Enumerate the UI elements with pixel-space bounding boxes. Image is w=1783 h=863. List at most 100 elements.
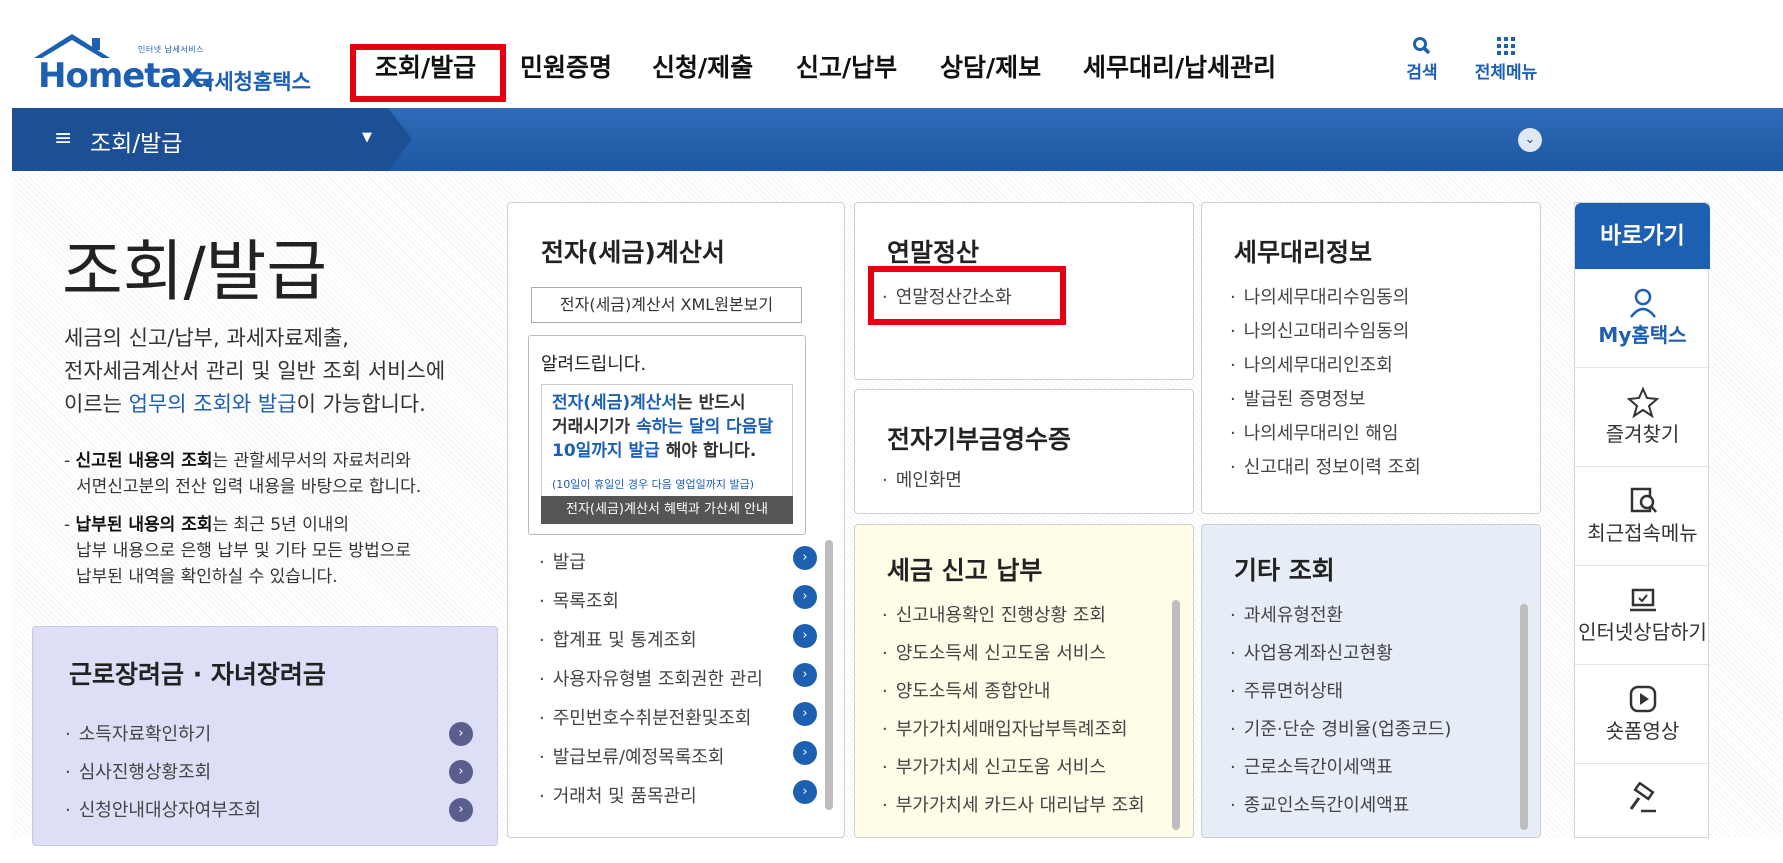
- incentive-item[interactable]: 소득자료확인하기: [65, 720, 211, 746]
- tax-report-item[interactable]: 부가가치세 카드사 대리납부 조회: [882, 791, 1145, 817]
- tax-agent-item[interactable]: 나의세무대리수임동의: [1230, 283, 1410, 309]
- arrow-right-icon[interactable]: ›: [793, 741, 817, 765]
- quick-recent-menu[interactable]: 최근접속메뉴: [1575, 467, 1710, 566]
- note-text: 는 최근 5년 이내의: [212, 515, 350, 535]
- logo-text-en: Hometax.: [38, 56, 215, 96]
- arrow-right-icon[interactable]: ›: [793, 663, 817, 687]
- breadcrumb[interactable]: ≡ 조회/발급 ▼: [12, 108, 412, 171]
- scrollbar[interactable]: [825, 540, 833, 810]
- notice-small: (10일이 휴일인 경우 다음 영업일까지 발급): [552, 478, 754, 491]
- etc-item[interactable]: 근로소득간이세액표: [1230, 753, 1393, 779]
- arrow-right-icon[interactable]: ›: [793, 780, 817, 804]
- xml-view-button[interactable]: 전자(세금)계산서 XML원본보기: [531, 287, 802, 323]
- hometax-logo[interactable]: 인터넷 납세서비스 Hometax. 국세청홈택스: [32, 32, 322, 96]
- location-bar: ≡ 조회/발급 ▼ ⌄: [12, 108, 1783, 171]
- einvoice-item[interactable]: 목록조회: [539, 587, 619, 613]
- nav-report-pay[interactable]: 신고/납부: [796, 48, 897, 84]
- einvoice-item[interactable]: 사용자유형별 조회권한 관리: [539, 665, 763, 691]
- notice-text: 전자(세금)계산서는 반드시 거래시기가 속하는 달의 다음달 10일까지 발급…: [552, 391, 792, 463]
- desc-line: 전자세금계산서 관리 및 일반 조회 서비스에: [64, 359, 446, 383]
- tax-agent-item[interactable]: 나의세무대리인조회: [1230, 351, 1393, 377]
- nav-tax-agent[interactable]: 세무대리/납세관리: [1083, 48, 1276, 84]
- note-bold: 납부된 내용의 조회: [75, 515, 213, 535]
- tax-report-item[interactable]: 부가가치세 신고도움 서비스: [882, 753, 1106, 779]
- einvoice-item[interactable]: 주민번호수취분전환및조회: [539, 704, 752, 730]
- all-menu-label: 전체메뉴: [1474, 63, 1538, 83]
- donation-card: 전자기부금영수증: [854, 389, 1194, 514]
- nav-apply-submit[interactable]: 신청/제출: [652, 48, 753, 84]
- recent-menu-icon: [1575, 485, 1710, 517]
- star-icon: [1575, 386, 1710, 419]
- highlight-box-yearend: [868, 266, 1066, 325]
- scrollbar[interactable]: [1172, 600, 1180, 830]
- notice-emph: 10일까지 발급: [552, 441, 660, 461]
- tax-report-item[interactable]: 양도소득세 종합안내: [882, 677, 1051, 703]
- desc-highlight: 업무의 조회와 발급: [128, 392, 297, 416]
- etc-item[interactable]: 종교인소득간이세액표: [1230, 791, 1410, 817]
- notice-emph: 전자(세금)계산서: [552, 393, 678, 413]
- notice-plain: 거래시기가: [552, 417, 637, 437]
- breadcrumb-label: 조회/발급: [90, 131, 183, 157]
- note-paid: - 납부된 내용의 조회는 최근 5년 이내의 납부 내용으로 은행 납부 및 …: [64, 512, 484, 590]
- tax-agent-item[interactable]: 나의세무대리인 해임: [1230, 419, 1399, 445]
- notice-title: 알려드립니다.: [541, 354, 647, 375]
- tax-report-item[interactable]: 양도소득세 신고도움 서비스: [882, 639, 1106, 665]
- nav-civil-certificate[interactable]: 민원증명: [520, 48, 612, 84]
- einvoice-title: 전자(세금)계산서: [541, 238, 725, 267]
- gavel-icon: [1575, 781, 1710, 814]
- quick-label: My홈택스: [1598, 323, 1687, 347]
- notice-box: 알려드립니다. 전자(세금)계산서는 반드시 거래시기가 속하는 달의 다음달 …: [528, 335, 806, 535]
- donation-item[interactable]: 메인화면: [882, 466, 962, 492]
- quick-gavel[interactable]: [1575, 764, 1710, 863]
- quick-short-video[interactable]: 숏폼영상: [1575, 665, 1710, 764]
- arrow-right-icon[interactable]: ›: [793, 702, 817, 726]
- arrow-right-icon[interactable]: ›: [449, 722, 473, 746]
- einvoice-item[interactable]: 발급: [539, 548, 586, 574]
- incentive-title: 근로장려금 · 자녀장려금: [69, 660, 326, 689]
- arrow-right-icon[interactable]: ›: [449, 760, 473, 784]
- scrollbar[interactable]: [1520, 604, 1528, 830]
- arrow-right-icon[interactable]: ›: [793, 546, 817, 570]
- desc-line: 세금의 신고/납부, 과세자료제출,: [64, 326, 349, 350]
- benefit-penalty-button[interactable]: 전자(세금)계산서 혜택과 가산세 안내: [541, 496, 793, 524]
- search-label: 검색: [1406, 63, 1438, 83]
- arrow-right-icon[interactable]: ›: [793, 624, 817, 648]
- quick-label: 인터넷상담하기: [1578, 620, 1707, 644]
- tax-agent-title: 세무대리정보: [1234, 238, 1373, 267]
- arrow-right-icon[interactable]: ›: [449, 798, 473, 822]
- arrow-right-icon[interactable]: ›: [793, 585, 817, 609]
- top-header: 인터넷 납세서비스 Hometax. 국세청홈택스 조회/발급 민원증명 신청/…: [0, 0, 1783, 108]
- incentive-item[interactable]: 심사진행상황조회: [65, 758, 211, 784]
- etc-item[interactable]: 주류면허상태: [1230, 677, 1343, 703]
- tax-agent-item[interactable]: 신고대리 정보이력 조회: [1230, 453, 1421, 479]
- einvoice-item[interactable]: 합계표 및 통계조회: [539, 626, 697, 652]
- quick-online-consult[interactable]: 인터넷상담하기: [1575, 566, 1710, 665]
- hamburger-icon: ≡: [54, 126, 73, 151]
- note-text: 서면신고분의 전산 입력 내용을 바탕으로 합니다.: [76, 477, 422, 497]
- etc-item[interactable]: 사업용계좌신고현황: [1230, 639, 1393, 665]
- tax-agent-item[interactable]: 발급된 증명정보: [1230, 385, 1366, 411]
- tax-report-item[interactable]: 신고내용확인 진행상황 조회: [882, 601, 1106, 627]
- chevron-down-icon[interactable]: ⌄: [1518, 128, 1542, 152]
- einvoice-item[interactable]: 발급보류/예정목록조회: [539, 743, 725, 769]
- note-text: 납부 내용으로 은행 납부 및 기타 모든 방법으로: [76, 541, 411, 561]
- search-icon: [1400, 36, 1444, 58]
- incentive-item[interactable]: 신청안내대상자여부조회: [65, 796, 261, 822]
- tax-report-item[interactable]: 부가가치세매입자납부특례조회: [882, 715, 1128, 741]
- etc-item[interactable]: 과세유형전환: [1230, 601, 1343, 627]
- quick-favorites[interactable]: 즐겨찾기: [1575, 368, 1710, 467]
- nav-consult-report[interactable]: 상담/제보: [940, 48, 1041, 84]
- all-menu-button[interactable]: 전체메뉴: [1466, 36, 1546, 83]
- page-description: 세금의 신고/납부, 과세자료제출, 전자세금계산서 관리 및 일반 조회 서비…: [64, 322, 504, 421]
- search-button[interactable]: 검색: [1400, 36, 1444, 83]
- quick-my-hometax[interactable]: My홈택스: [1575, 269, 1710, 368]
- caret-down-icon: ▼: [362, 130, 372, 145]
- note-text: 납부된 내역을 확인하실 수 있습니다.: [76, 567, 338, 587]
- desc-text: 이르는: [64, 392, 129, 416]
- tax-agent-item[interactable]: 나의신고대리수임동의: [1230, 317, 1410, 343]
- einvoice-item[interactable]: 거래처 및 품목관리: [539, 782, 697, 808]
- etc-item[interactable]: 기준·단순 경비율(업종코드): [1230, 715, 1452, 741]
- note-reported: - 신고된 내용의 조회는 관할세무서의 자료처리와 서면신고분의 전산 입력 …: [64, 448, 484, 500]
- quick-label: 최근접속메뉴: [1587, 521, 1698, 545]
- etc-title: 기타 조회: [1234, 556, 1335, 585]
